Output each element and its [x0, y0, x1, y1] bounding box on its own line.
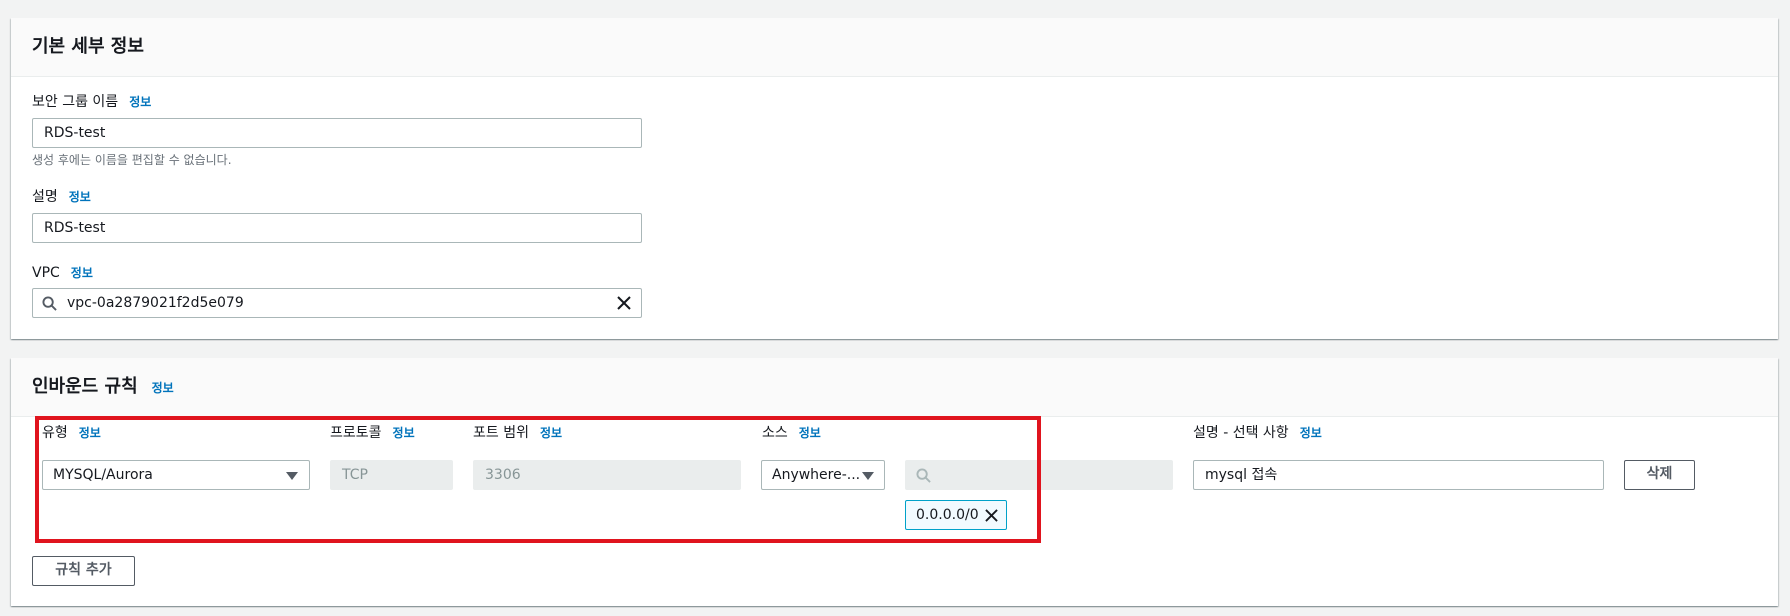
vpc-value: vpc-0a2879021f2d5e079: [67, 295, 244, 311]
sg-name-hint: 생성 후에는 이름을 편집할 수 없습니다.: [32, 153, 232, 167]
vpc-label-row: VPC 정보: [32, 264, 93, 282]
sg-name-label-row: 보안 그룹 이름 정보: [32, 93, 151, 111]
vpc-clear-icon[interactable]: [617, 296, 631, 310]
sg-name-input[interactable]: RDS-test: [32, 118, 642, 148]
inbound-rules-info-link[interactable]: 정보: [152, 381, 174, 395]
basic-details-header: 기본 세부 정보: [11, 18, 1778, 77]
inbound-rules-header: 인바운드 규칙 정보: [11, 358, 1778, 417]
sg-name-info-link[interactable]: 정보: [129, 95, 151, 109]
highlight-annotation-box: [35, 416, 1041, 543]
description-label-row: 설명 정보: [32, 188, 91, 206]
basic-details-title: 기본 세부 정보: [32, 36, 144, 57]
col-description-header: 설명 - 선택 사항 정보: [1193, 424, 1322, 442]
description-input[interactable]: RDS-test: [32, 213, 642, 243]
rule-description-input[interactable]: mysql 접속: [1193, 460, 1604, 490]
vpc-label: VPC: [32, 265, 60, 281]
add-rule-button[interactable]: 규칙 추가: [32, 556, 135, 586]
search-icon: [42, 296, 57, 311]
vpc-info-link[interactable]: 정보: [71, 266, 93, 280]
vpc-select[interactable]: vpc-0a2879021f2d5e079: [32, 288, 642, 318]
description-label: 설명: [32, 189, 58, 205]
inbound-rules-title: 인바운드 규칙: [32, 376, 138, 397]
sg-name-label: 보안 그룹 이름: [32, 94, 119, 110]
description-info-link[interactable]: 정보: [69, 190, 91, 204]
col-description-label: 설명 - 선택 사항: [1193, 425, 1289, 441]
col-description-info-link[interactable]: 정보: [1300, 426, 1322, 440]
delete-rule-button[interactable]: 삭제: [1624, 460, 1695, 490]
inbound-rules-title-row: 인바운드 규칙 정보: [32, 376, 174, 399]
